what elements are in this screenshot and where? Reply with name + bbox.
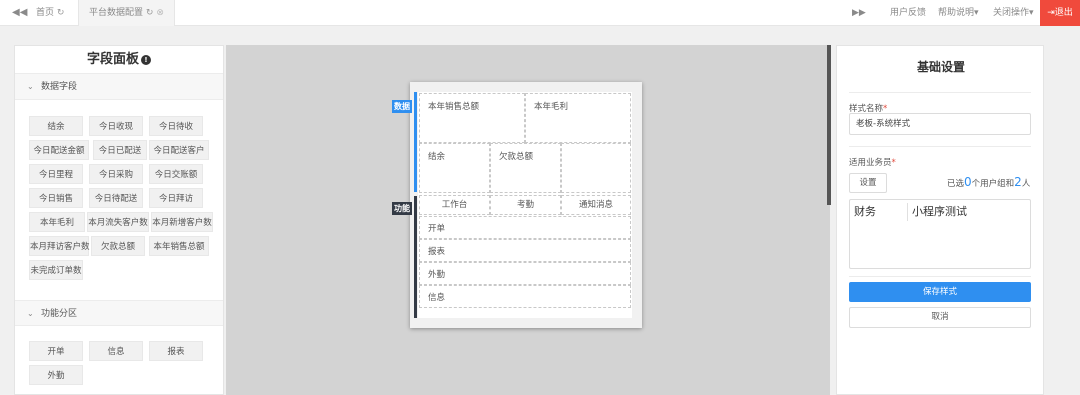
field-chip[interactable]: 今日交账额 <box>149 164 203 184</box>
divider <box>849 276 1031 277</box>
divider <box>849 146 1031 147</box>
user-count: 2 <box>1014 175 1022 189</box>
help-label: 帮助说明 <box>938 8 975 18</box>
members-box[interactable]: 财务 小程序测试 <box>849 199 1031 269</box>
preview-function-row[interactable]: 信息 <box>419 285 631 308</box>
logout-label: 退出 <box>1054 8 1073 18</box>
field-chip[interactable]: 今日配送客户 <box>149 140 209 160</box>
function-region-bar <box>414 196 417 318</box>
selected-mid-text: 个用户组和 <box>971 179 1015 189</box>
style-name-input[interactable]: 老板-系统样式 <box>849 113 1031 135</box>
field-chip[interactable]: 本年销售总额 <box>149 236 209 256</box>
help-menu[interactable]: 帮助说明▾ <box>938 0 979 26</box>
logout-button[interactable]: ⇥退出 <box>1040 0 1080 26</box>
info-icon[interactable]: ! <box>141 55 151 65</box>
chevron-down-icon: ⌄ <box>27 309 34 318</box>
field-chip[interactable]: 今日待收 <box>149 116 203 136</box>
divider <box>849 92 1031 93</box>
selected-prefix: 已选 <box>947 179 965 189</box>
field-panel-title: 字段面板! <box>15 46 223 74</box>
logout-icon: ⇥ <box>1047 8 1055 18</box>
function-section-label: 功能分区 <box>41 309 78 319</box>
function-region-tag: 功能 <box>392 202 412 215</box>
field-chip[interactable]: 今日拜访 <box>149 188 203 208</box>
tab-home[interactable]: 首页 ↻ <box>36 0 64 26</box>
field-chip[interactable]: 本月拜访客户数 <box>29 236 90 256</box>
field-panel: 字段面板! ⌄ 数据字段 结余 今日收现 今日待收 今日配送金额 今日已配送 今日… <box>14 45 224 395</box>
selected-suffix: 人 <box>1021 179 1031 189</box>
field-chip[interactable]: 欠款总额 <box>91 236 145 256</box>
function-chip[interactable]: 开单 <box>29 341 83 361</box>
preview-data-cell[interactable]: 欠款总额 <box>490 143 561 193</box>
refresh-icon[interactable]: ↻ <box>57 8 65 18</box>
field-chip[interactable]: 未完成订单数 <box>29 260 83 280</box>
preview-data-cell[interactable] <box>561 143 631 193</box>
preview-data-cell[interactable]: 结余 <box>419 143 490 193</box>
chevron-down-icon: ⌄ <box>27 82 34 91</box>
preview-function-tab[interactable]: 通知消息 <box>561 195 631 215</box>
tab-home-label: 首页 <box>36 8 55 18</box>
save-style-button[interactable]: 保存样式 <box>849 282 1031 302</box>
field-chip[interactable]: 今日里程 <box>29 164 83 184</box>
field-chip[interactable]: 今日销售 <box>29 188 83 208</box>
member-tag[interactable]: 财务 <box>852 203 908 221</box>
member-tag[interactable]: 小程序测试 <box>912 203 967 221</box>
double-chevron-left-icon[interactable]: ◀◀ <box>12 0 27 26</box>
field-chip[interactable]: 结余 <box>29 116 83 136</box>
feedback-link[interactable]: 用户反馈 <box>890 0 926 26</box>
field-chip[interactable]: 本月流失客户数 <box>87 212 149 232</box>
field-chip[interactable]: 本年毛利 <box>29 212 85 232</box>
chevron-down-icon: ▾ <box>1029 8 1034 18</box>
function-chip[interactable]: 报表 <box>149 341 203 361</box>
close-ops-label: 关闭操作 <box>993 8 1030 18</box>
data-fields-section-header[interactable]: ⌄ 数据字段 <box>15 74 223 100</box>
preview-function-tab[interactable]: 工作台 <box>419 195 490 215</box>
field-chip[interactable]: 今日待配送 <box>89 188 143 208</box>
double-chevron-right-icon[interactable]: ▶▶ <box>852 0 866 26</box>
field-panel-title-text: 字段面板 <box>86 52 139 67</box>
field-chip[interactable]: 今日已配送 <box>93 140 147 160</box>
function-chip[interactable]: 外勤 <box>29 365 83 385</box>
preview-function-row[interactable]: 开单 <box>419 216 631 239</box>
data-region-bar <box>414 92 417 192</box>
preview-data-cell[interactable]: 本年销售总额 <box>419 93 525 143</box>
close-icon[interactable]: ⊗ <box>156 8 164 18</box>
refresh-icon[interactable]: ↻ <box>146 8 154 18</box>
tab-platform-config[interactable]: 平台数据配置 ↻ ⊗ <box>78 0 175 26</box>
set-members-button[interactable]: 设置 <box>849 173 887 193</box>
group-count: 0 <box>964 175 972 189</box>
data-region-tag: 数据 <box>392 100 412 113</box>
salesman-label: 适用业务员* <box>849 156 896 168</box>
top-bar: ◀◀ 首页 ↻ 平台数据配置 ↻ ⊗ ▶▶ 用户反馈 帮助说明▾ 关闭操作▾ ⇥… <box>0 0 1080 26</box>
field-chip[interactable]: 本月新增客户数 <box>151 212 213 232</box>
chevron-down-icon: ▾ <box>974 8 979 18</box>
preview-function-tab[interactable]: 考勤 <box>490 195 561 215</box>
selected-summary: 已选0个用户组和2人 <box>947 175 1030 189</box>
preview-function-row[interactable]: 报表 <box>419 239 631 262</box>
field-chip[interactable]: 今日采购 <box>89 164 143 184</box>
cancel-button[interactable]: 取消 <box>849 307 1031 328</box>
field-chip[interactable]: 今日收现 <box>89 116 143 136</box>
canvas-scrollbar[interactable] <box>827 45 831 205</box>
settings-panel: 基础设置 样式名称* 老板-系统样式 适用业务员* 设置 已选0个用户组和2人 … <box>836 45 1044 395</box>
settings-title: 基础设置 <box>916 60 965 74</box>
function-section-header[interactable]: ⌄ 功能分区 <box>15 300 223 326</box>
function-chip[interactable]: 信息 <box>89 341 143 361</box>
tab-config-label: 平台数据配置 <box>89 8 144 18</box>
preview-function-row[interactable]: 外勤 <box>419 262 631 285</box>
data-section-label: 数据字段 <box>41 82 78 92</box>
close-ops-menu[interactable]: 关闭操作▾ <box>993 0 1034 26</box>
required-mark: * <box>891 158 896 168</box>
salesman-label-text: 适用业务员 <box>849 158 892 168</box>
field-chip[interactable]: 今日配送金额 <box>29 140 89 160</box>
preview-data-cell[interactable]: 本年毛利 <box>525 93 631 143</box>
